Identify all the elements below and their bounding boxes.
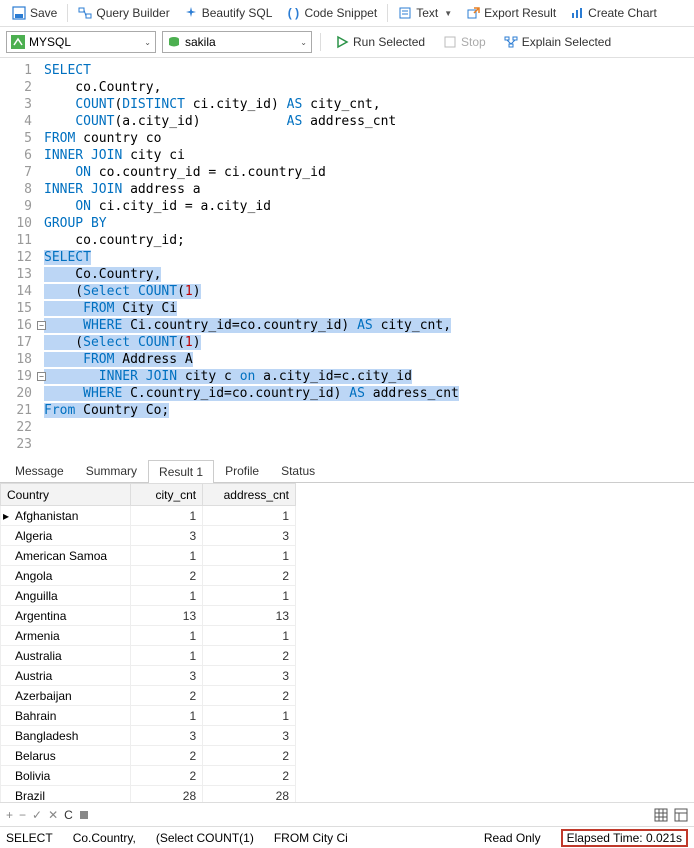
export-button[interactable]: Export Result [460,4,562,22]
table-row[interactable]: Belarus22 [1,746,296,766]
elapsed-time: Elapsed Time: 0.021s [561,829,688,847]
tab-status[interactable]: Status [270,459,326,482]
status-q4: FROM City Ci [274,831,464,845]
database-icon [167,35,181,49]
form-view-button[interactable] [674,808,688,822]
stop-button[interactable]: Stop [437,33,492,51]
tab-result[interactable]: Result 1 [148,460,214,483]
table-row[interactable]: Angola22 [1,566,296,586]
chevron-down-icon: ▼ [444,9,452,18]
table-row[interactable]: Bahrain11 [1,706,296,726]
table-row[interactable]: Bangladesh33 [1,726,296,746]
table-row[interactable]: Anguilla11 [1,586,296,606]
main-toolbar: Save Query Builder Beautify SQL ( ) Code… [0,0,694,27]
snippet-icon: ( ) [286,6,300,20]
run-label: Run Selected [353,35,425,49]
save-label: Save [30,6,57,20]
engine-value: MYSQL [29,35,71,49]
result-grid[interactable]: Country city_cnt address_cnt ▸Afghanista… [0,483,694,802]
table-row[interactable]: Australia12 [1,646,296,666]
status-q2: Co.Country, [73,831,136,845]
status-q1: SELECT [6,831,53,845]
status-bar: SELECT Co.Country, (Select COUNT(1) FROM… [0,826,694,848]
table-row[interactable]: Argentina1313 [1,606,296,626]
delete-row-button[interactable]: − [19,808,26,822]
query-builder-button[interactable]: Query Builder [72,4,175,22]
col-country[interactable]: Country [1,484,131,506]
snippet-label: Code Snippet [304,6,377,20]
chart-icon [570,6,584,20]
tab-summary[interactable]: Summary [75,459,148,482]
apply-button[interactable]: ✓ [32,808,42,822]
explain-icon [504,35,518,49]
chart-label: Create Chart [588,6,657,20]
mysql-icon [11,35,25,49]
cancel-edit-button[interactable]: ✕ [48,808,58,822]
save-button[interactable]: Save [6,4,63,22]
table-row[interactable]: ▸Afghanistan11 [1,506,296,526]
database-dropdown[interactable]: sakila ⌄ [162,31,312,53]
explain-label: Explain Selected [522,35,611,49]
stop-icon [443,35,457,49]
table-row[interactable]: Azerbaijan22 [1,686,296,706]
engine-dropdown[interactable]: MYSQL ⌄ [6,31,156,53]
result-tabs: Message Summary Result 1 Profile Status [0,459,694,483]
chart-button[interactable]: Create Chart [564,4,663,22]
connection-bar: MYSQL ⌄ sakila ⌄ Run Selected Stop Expla… [0,27,694,58]
text-button[interactable]: Text ▼ [392,4,458,22]
refresh-button[interactable]: C [64,808,73,822]
stop-label: Stop [461,35,486,49]
grid-toolbar: + − ✓ ✕ C [0,802,694,826]
play-icon [335,35,349,49]
table-row[interactable]: Bolivia22 [1,766,296,786]
chevron-down-icon: ⌄ [300,38,307,47]
table-row[interactable]: Austria33 [1,666,296,686]
text-icon [398,6,412,20]
table-row[interactable]: Armenia11 [1,626,296,646]
tab-profile[interactable]: Profile [214,459,270,482]
table-row[interactable]: Algeria33 [1,526,296,546]
col-city-cnt[interactable]: city_cnt [130,484,202,506]
sql-editor[interactable]: 12345678910111213141516−171819−20212223 … [0,58,694,459]
chevron-down-icon: ⌄ [144,38,151,47]
col-address-cnt[interactable]: address_cnt [203,484,296,506]
query-builder-label: Query Builder [96,6,169,20]
snippet-button[interactable]: ( ) Code Snippet [280,4,383,22]
readonly-label: Read Only [484,831,541,845]
beautify-button[interactable]: Beautify SQL [178,4,279,22]
beautify-icon [184,6,198,20]
table-row[interactable]: Brazil2828 [1,786,296,803]
explain-button[interactable]: Explain Selected [498,33,617,51]
query-builder-icon [78,6,92,20]
export-icon [466,6,480,20]
database-value: sakila [185,35,216,49]
export-label: Export Result [484,6,556,20]
table-row[interactable]: American Samoa11 [1,546,296,566]
beautify-label: Beautify SQL [202,6,273,20]
status-q3: (Select COUNT(1) [156,831,254,845]
text-label: Text [416,6,438,20]
run-button[interactable]: Run Selected [329,33,431,51]
tab-message[interactable]: Message [4,459,75,482]
stop-refresh-button[interactable] [79,810,89,820]
add-row-button[interactable]: + [6,808,13,822]
grid-view-button[interactable] [654,808,668,822]
save-icon [12,6,26,20]
